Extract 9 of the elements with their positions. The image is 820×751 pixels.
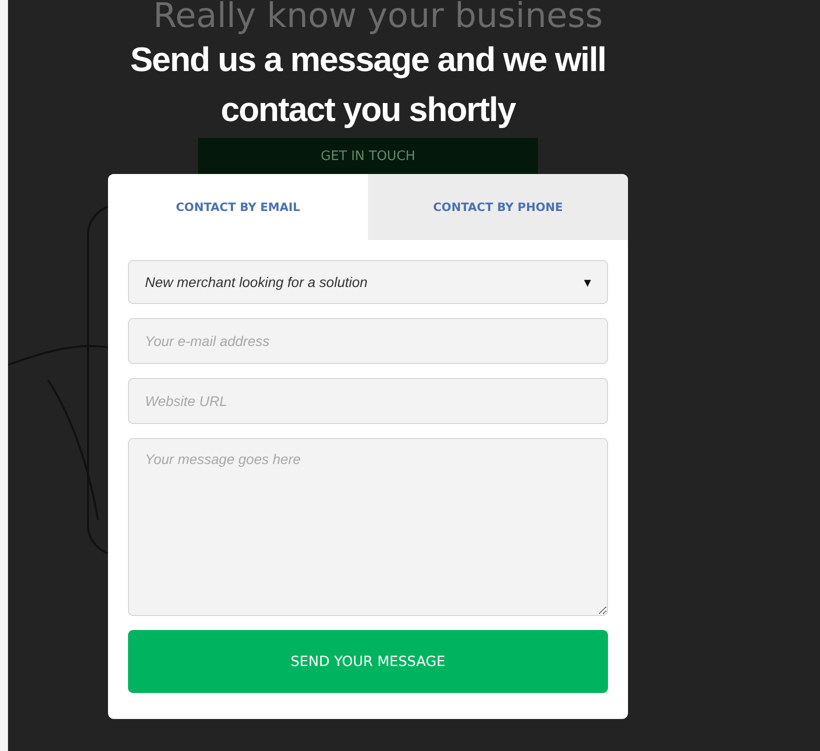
message-field[interactable]: Your message goes here — [128, 438, 608, 616]
get-in-touch-button[interactable]: GET IN TOUCH — [198, 138, 538, 174]
modal-title: Send us a message and we will contact you shortly — [129, 40, 607, 131]
page-heading: Really know your business — [152, 0, 604, 36]
url-field[interactable]: Website URL — [128, 378, 608, 424]
email-field[interactable]: Your e-mail address — [128, 318, 608, 364]
topic-select[interactable]: New merchant looking for a solution ▾ — [128, 260, 608, 304]
send-button[interactable]: SEND YOUR MESSAGE — [128, 630, 608, 693]
contact-tab[interactable]: CONTACT BY PHONE — [368, 174, 628, 240]
